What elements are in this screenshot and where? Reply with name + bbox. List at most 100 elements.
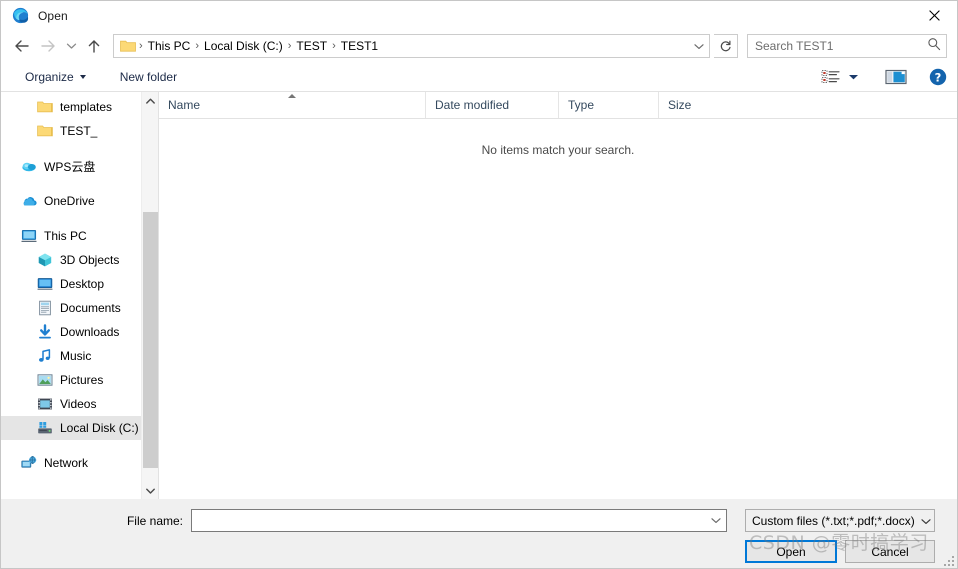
refresh-icon[interactable] [714,34,738,58]
sidebar-item-onedrive[interactable]: OneDrive [1,189,158,213]
open-button-label: Open [776,544,806,559]
forward-arrow-icon [35,33,61,59]
scroll-down-arrow-icon[interactable] [142,482,158,499]
back-arrow-icon[interactable] [9,33,35,59]
sidebar-item-label: OneDrive [44,194,95,208]
address-bar[interactable]: › This PC › Local Disk (C:) › TEST › TES… [113,34,710,58]
column-header-label: Date modified [435,98,510,112]
cancel-button-label: Cancel [871,544,909,559]
videos-icon [37,396,53,412]
column-headers: Name Date modified Type Size [159,92,957,119]
new-folder-button[interactable]: New folder [114,67,183,87]
local-disk-icon [37,420,53,436]
sidebar-item-videos[interactable]: Videos [1,392,158,416]
column-header-name[interactable]: Name [159,92,426,118]
navigation-pane: templates TEST_ WPS云盘 OneDrive This PC 3D Obj… [1,92,159,499]
sidebar-scrollbar[interactable] [141,92,158,499]
documents-icon [37,300,53,316]
tree-group-gap [1,178,158,189]
organize-button[interactable]: Organize [19,67,92,87]
view-dropdown-caret-icon[interactable] [848,73,859,81]
sidebar-item-label: WPS云盘 [44,159,96,174]
breadcrumb-item-test[interactable]: TEST [292,39,331,53]
sidebar-item-local-disk-c[interactable]: Local Disk (C:) [1,416,158,440]
folder-icon [37,99,53,115]
chevron-down-icon [921,514,931,528]
scroll-up-arrow-icon[interactable] [142,92,158,109]
folder-icon [120,39,136,53]
column-header-size[interactable]: Size [659,92,957,118]
desktop-icon [37,276,53,292]
onedrive-icon [21,193,37,209]
sidebar-item-documents[interactable]: Documents [1,296,158,320]
sidebar-item-label: Local Disk (C:) [60,421,139,435]
file-type-dropdown[interactable]: Custom files (*.txt;*.pdf;*.docx) [745,509,935,532]
sidebar-item-label: 3D Objects [60,253,120,267]
search-input[interactable]: Search TEST1 [747,34,947,58]
sidebar-scrollbar-thumb[interactable] [143,212,158,468]
sidebar-item-wps[interactable]: WPS云盘 [1,154,158,178]
breadcrumb-item-test1[interactable]: TEST1 [337,39,382,53]
sidebar-item-templates[interactable]: templates [1,95,158,119]
tree-group-gap [1,143,158,154]
column-header-label: Type [568,98,595,112]
open-button[interactable]: Open [745,540,837,563]
organize-label: Organize [25,69,74,84]
preview-pane-icon[interactable] [885,69,907,85]
sidebar-item-label: Documents [60,301,121,315]
breadcrumb-item-local-disk[interactable]: Local Disk (C:) [200,39,287,53]
new-folder-label: New folder [119,69,178,84]
sidebar-item-network[interactable]: Network [1,451,158,475]
sidebar-item-label: templates [60,100,113,114]
file-type-value: Custom files (*.txt;*.pdf;*.docx) [752,513,915,528]
search-placeholder: Search TEST1 [755,39,834,53]
sidebar-item-label: TEST_ [60,124,98,138]
resize-grip[interactable] [943,554,955,566]
sidebar-item-music[interactable]: Music [1,344,158,368]
view-options-icon[interactable] [821,69,840,84]
edge-logo-icon [12,7,29,24]
pictures-icon [37,372,53,388]
svg-text:?: ? [935,70,942,84]
wps-cloud-icon [21,158,37,174]
3d-objects-icon [37,252,53,268]
breadcrumb-item-this-pc[interactable]: This PC [144,39,195,53]
chevron-down-icon [79,74,86,79]
sort-ascending-icon [288,94,296,98]
folder-icon [37,123,53,139]
sidebar-item-label: Pictures [60,373,104,387]
window-title: Open [38,8,68,23]
open-file-dialog: Open › This PC › Local Disk (C:) › TEST … [0,0,958,569]
up-arrow-icon[interactable] [81,33,107,59]
chevron-down-icon[interactable] [707,517,724,524]
sidebar-item-this-pc[interactable]: This PC [1,224,158,248]
chevron-down-icon[interactable] [690,35,707,57]
folder-tree: templates TEST_ WPS云盘 OneDrive This PC 3D Obj… [1,92,158,475]
sidebar-item-label: Music [60,349,92,363]
column-header-label: Name [168,98,201,112]
sidebar-item-downloads[interactable]: Downloads [1,320,158,344]
sidebar-item-label: This PC [44,229,87,243]
title-bar: Open [1,1,957,30]
search-icon[interactable] [927,37,941,56]
empty-list-message: No items match your search. [481,143,635,157]
dialog-body: templates TEST_ WPS云盘 OneDrive This PC 3D Obj… [1,92,957,499]
column-header-type[interactable]: Type [559,92,659,118]
recent-locations-chevron-icon[interactable] [61,33,81,59]
downloads-icon [37,324,53,340]
column-header-date-modified[interactable]: Date modified [426,92,559,118]
navigation-bar: › This PC › Local Disk (C:) › TEST › TES… [1,30,957,62]
close-button[interactable] [911,1,957,30]
sidebar-item-desktop[interactable]: Desktop [1,272,158,296]
sidebar-item-label: Videos [60,397,97,411]
command-bar-right-group: ? [821,68,947,86]
cancel-button[interactable]: Cancel [845,540,935,563]
sidebar-item-pictures[interactable]: Pictures [1,368,158,392]
sidebar-item-label: Downloads [60,325,120,339]
this-pc-icon [21,228,37,244]
command-bar: Organize New folder ? [1,62,957,92]
sidebar-item-3d-objects[interactable]: 3D Objects [1,248,158,272]
help-icon[interactable]: ? [929,68,947,86]
sidebar-item-test[interactable]: TEST_ [1,119,158,143]
file-name-input[interactable] [191,509,727,532]
